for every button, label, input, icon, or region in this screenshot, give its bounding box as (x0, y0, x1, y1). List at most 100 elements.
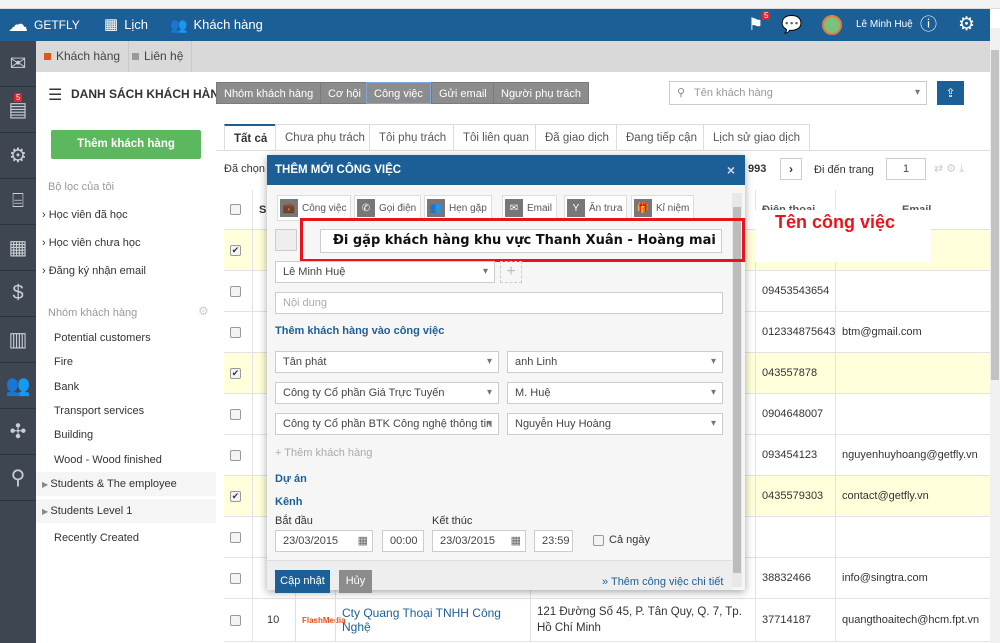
filters-title: Bộ lọc của tôi (48, 181, 115, 193)
groups-settings-icon[interactable]: ⚙ (198, 304, 209, 318)
top-bar: ☁ GETFLY ▦ Lịch 👥 Khách hàng ⚑ 5 💬 Lê Minh H… (0, 9, 990, 41)
page-scrollbar[interactable] (990, 28, 1000, 643)
nav-calendar[interactable]: ▦ Lịch (104, 9, 148, 41)
group-item[interactable]: Recently Created (36, 526, 216, 550)
customer-email: quangthoaitech@hcm.fpt.vn (842, 614, 980, 626)
contact-select[interactable]: Nguyễn Huy Hoàng (507, 413, 723, 435)
row-checkbox[interactable] (230, 204, 241, 215)
next-page-button[interactable]: › (780, 158, 802, 180)
notifications-button[interactable]: ⚑ 5 (748, 9, 771, 41)
cancel-button[interactable]: Hủy (339, 570, 372, 593)
logo[interactable]: ☁ GETFLY (8, 9, 80, 41)
gift-icon: 🎁 (634, 199, 652, 217)
menu-icon[interactable]: ☰ (48, 85, 62, 105)
group-item[interactable]: ▶ Students & The employee (36, 472, 216, 496)
page-title: DANH SÁCH KHÁCH HÀNG (71, 87, 229, 101)
report-icon[interactable]: ▦ (0, 225, 36, 271)
customer-select[interactable]: Công ty Cổ phần Giá Trực Tuyến (275, 382, 499, 404)
group-item[interactable]: Building (36, 423, 216, 447)
network-icon[interactable]: ✣ (0, 409, 36, 455)
end-time-input[interactable]: 23:59 (534, 530, 573, 552)
toolbar-icons[interactable]: ⇄ ⚙ ⤓ (934, 162, 964, 176)
end-date-input[interactable]: 23/03/2015 ▦ (432, 530, 526, 552)
row-checkbox[interactable] (230, 531, 241, 543)
send-email-button[interactable]: Gửi email (431, 82, 495, 104)
contacts-icon[interactable]: 👥 (0, 363, 36, 409)
task-button[interactable]: Công việc (366, 82, 431, 104)
contact-select[interactable]: anh Linh (507, 351, 723, 373)
task-type-select[interactable] (275, 229, 297, 251)
tab-transacted[interactable]: Đã giao dịch (535, 124, 619, 150)
row-checkbox[interactable]: ✔ (230, 244, 241, 256)
calendar-icon: ▦ (104, 16, 119, 33)
subtab-contacts[interactable]: Liên hệ (124, 41, 193, 72)
page-input[interactable]: 1 (886, 158, 926, 180)
customer-phone: 0435579303 (762, 490, 824, 502)
start-time-input[interactable]: 00:00 (382, 530, 424, 552)
customer-email: contact@getfly.vn (842, 490, 929, 502)
tab-unassigned[interactable]: Chưa phụ trách (275, 124, 375, 150)
row-checkbox[interactable] (230, 614, 241, 626)
update-button[interactable]: Cập nhật (275, 570, 330, 593)
contact-select[interactable]: M. Huệ (507, 382, 723, 404)
row-checkbox[interactable] (230, 449, 241, 461)
gear-icon[interactable]: ⚙ (958, 9, 975, 41)
user-menu[interactable]: Lê Minh Huệ (822, 9, 913, 41)
group-item[interactable]: Wood - Wood finished (36, 448, 216, 472)
customer-name-link[interactable]: Cty Quang Thoại TNHH Công Nghệ (342, 606, 530, 634)
start-date-input[interactable]: 23/03/2015 ▦ (275, 530, 373, 552)
tab-related[interactable]: Tôi liên quan (453, 124, 539, 150)
tab-approaching[interactable]: Đang tiếp cận (616, 124, 707, 150)
sales-bag-icon[interactable]: $ (0, 271, 36, 317)
group-item[interactable]: Transport services (36, 399, 216, 423)
mail-icon[interactable]: ✉ (0, 41, 36, 87)
add-customer-button[interactable]: Thêm khách hàng (51, 130, 201, 159)
nav-customers[interactable]: 👥 Khách hàng (170, 9, 263, 41)
close-icon[interactable]: × (727, 155, 735, 185)
help-icon[interactable]: ⓘ (920, 9, 937, 41)
left-nav: ✉ ▤ 5 ⚙ ⌸ ▦ $ ▥ 👥 ✣ ⚲ (0, 41, 36, 643)
customer-search-input[interactable]: ⚲ Tên khách hàng (669, 81, 927, 105)
chat-icon[interactable]: 💬 (781, 9, 802, 41)
all-day-checkbox[interactable]: Cả ngày (593, 534, 650, 546)
group-item[interactable]: Fire (36, 350, 216, 374)
calendar-icon[interactable]: ▦ (511, 531, 521, 551)
tab-all[interactable]: Tất cả (224, 124, 278, 150)
content-input[interactable]: Nội dung (275, 292, 723, 314)
header-stt: S (259, 203, 267, 216)
opportunity-button[interactable]: Cơ hội (320, 82, 369, 104)
owner-button[interactable]: Người phụ trách (493, 82, 590, 104)
upload-icon[interactable]: ⇪ (937, 81, 964, 105)
group-item[interactable]: ▶ Students Level 1 (36, 499, 216, 523)
workflow-icon[interactable]: ⚙ (0, 133, 36, 179)
filter-item[interactable]: › Học viên đã học (42, 203, 222, 227)
row-checkbox[interactable] (230, 408, 241, 420)
add-assignee-icon[interactable]: + (500, 261, 522, 283)
filter-item[interactable]: › Học viên chưa học (42, 231, 222, 255)
group-item[interactable]: Bank (36, 375, 216, 399)
row-checkbox[interactable]: ✔ (230, 367, 241, 379)
search-icon[interactable]: ⚲ (0, 455, 36, 501)
channel-label[interactable]: Kênh (275, 496, 303, 508)
customer-select[interactable]: Tân phát (275, 351, 499, 373)
row-checkbox[interactable] (230, 326, 241, 338)
project-label[interactable]: Dự án (275, 473, 307, 485)
row-checkbox[interactable] (230, 285, 241, 297)
assignee-select[interactable]: Lê Minh Huệ (275, 261, 495, 283)
tab-history[interactable]: Lịch sử giao dịch (703, 124, 810, 150)
tasks-icon[interactable]: ▤ 5 (0, 87, 36, 133)
tab-mine[interactable]: Tôi phụ trách (369, 124, 457, 150)
detail-link[interactable]: » Thêm công việc chi tiết (602, 576, 723, 588)
library-icon[interactable]: ▥ (0, 317, 36, 363)
row-checkbox[interactable] (230, 572, 241, 584)
group-button[interactable]: Nhóm khách hàng (216, 82, 322, 104)
customer-select[interactable]: Công ty Cổ phần BTK Công nghệ thông tin (275, 413, 499, 435)
calendar-icon[interactable]: ▦ (358, 531, 368, 551)
search-icon: ⚲ (677, 87, 686, 99)
row-checkbox[interactable]: ✔ (230, 490, 241, 502)
filter-item[interactable]: › Đăng ký nhận email (42, 259, 222, 283)
add-customer-link[interactable]: + Thêm khách hàng (275, 447, 372, 459)
group-item[interactable]: Potential customers (36, 326, 216, 350)
presentation-icon[interactable]: ⌸ (0, 179, 36, 225)
subtab-customers[interactable]: Khách hàng (36, 41, 130, 72)
